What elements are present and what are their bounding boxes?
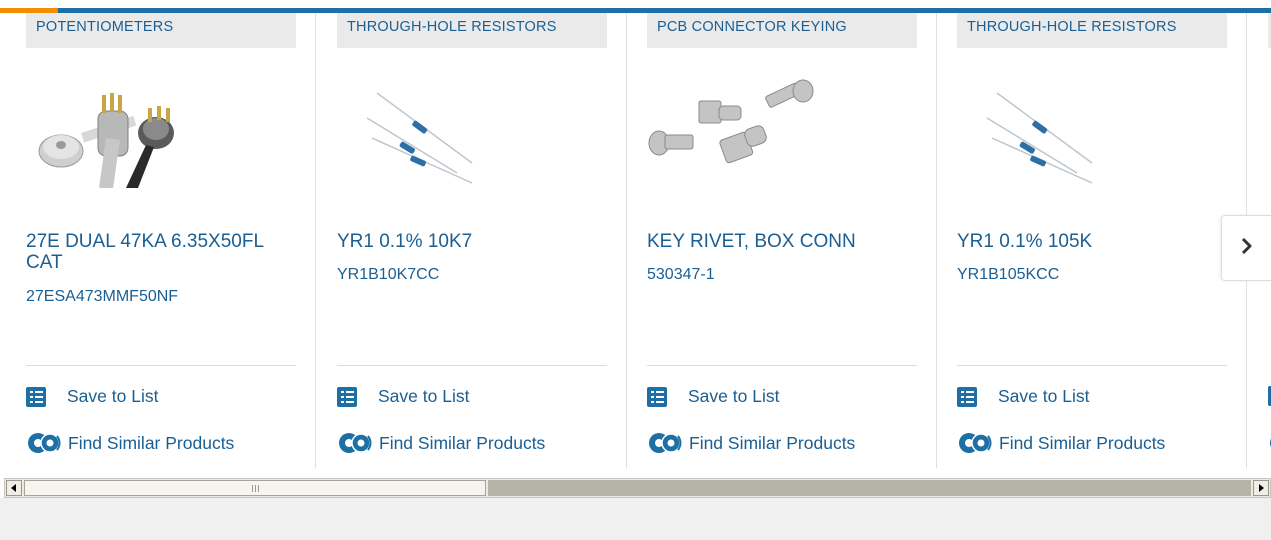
save-to-list-button[interactable]: Save to List bbox=[957, 386, 1089, 407]
checklist-icon bbox=[26, 386, 46, 407]
product-card: POTENTIOMETERS 27E DUAL 47KA 6.35X50FL C… bbox=[6, 13, 316, 468]
scroll-left-button[interactable] bbox=[6, 480, 22, 496]
find-similar-label: Find Similar Products bbox=[689, 432, 856, 453]
product-category[interactable]: POTENTIOMETERS bbox=[26, 13, 296, 48]
find-similar-products-button[interactable]: Find Similar Products bbox=[647, 431, 855, 455]
scroll-right-button[interactable] bbox=[1253, 480, 1269, 496]
product-category[interactable]: THROUGH-HOLE RESISTORS bbox=[337, 13, 607, 48]
save-to-list-label: Save to List bbox=[378, 386, 470, 406]
product-carousel: POTENTIOMETERS 27E DUAL 47KA 6.35X50FL C… bbox=[0, 0, 1271, 470]
divider bbox=[337, 365, 607, 366]
carousel-next-button[interactable] bbox=[1221, 215, 1271, 281]
find-similar-label: Find Similar Products bbox=[68, 432, 235, 453]
page-background bbox=[0, 498, 1271, 540]
gears-icon bbox=[337, 431, 375, 455]
gears-icon bbox=[647, 431, 685, 455]
find-similar-label: Find Similar Products bbox=[999, 432, 1166, 453]
divider bbox=[647, 365, 917, 366]
grip-icon bbox=[252, 485, 261, 492]
product-name-link[interactable]: 27E DUAL 47KA 6.35X50FL CAT bbox=[26, 231, 301, 273]
resistor-image[interactable] bbox=[337, 73, 537, 188]
product-card: PCB CONNECTOR KEYING KEY RIVET, BOX CONN… bbox=[627, 13, 937, 468]
checklist-icon bbox=[337, 386, 357, 407]
product-name-link[interactable]: KEY RIVET, BOX CONN bbox=[647, 231, 922, 252]
gears-icon bbox=[26, 431, 64, 455]
checklist-icon bbox=[957, 386, 977, 407]
product-name-link[interactable]: YR1 0.1% 105K bbox=[957, 231, 1232, 252]
product-sku-link[interactable]: YR1B10K7CC bbox=[337, 266, 607, 284]
save-to-list-button[interactable]: Save to List bbox=[647, 386, 779, 407]
save-to-list-label: Save to List bbox=[998, 386, 1090, 406]
product-category[interactable]: THROUGH-HOLE RESISTORS bbox=[957, 13, 1227, 48]
divider bbox=[957, 365, 1227, 366]
product-card: THROUGH-HOLE RESISTORS YR1 0.1% 105K YR1… bbox=[937, 13, 1247, 468]
chevron-right-icon bbox=[1240, 237, 1254, 260]
find-similar-products-button[interactable]: Find Similar Products bbox=[957, 431, 1165, 455]
save-to-list-label: Save to List bbox=[688, 386, 780, 406]
scrollbar-track[interactable] bbox=[488, 480, 1251, 496]
save-to-list-button[interactable]: Save to List bbox=[337, 386, 469, 407]
find-similar-products-button[interactable]: Find Similar Products bbox=[337, 431, 545, 455]
save-to-list-label: Save to List bbox=[67, 386, 159, 406]
find-similar-label: Find Similar Products bbox=[379, 432, 546, 453]
product-sku-link[interactable]: 27ESA473MMF50NF bbox=[26, 288, 296, 306]
product-name-link[interactable]: YR1 0.1% 10K7 bbox=[337, 231, 612, 252]
save-to-list-button[interactable]: Save to List bbox=[26, 386, 158, 407]
product-sku-link[interactable]: 530347-1 bbox=[647, 266, 917, 284]
product-sku-link[interactable]: YR1B105KCC bbox=[957, 266, 1227, 284]
key-rivet-image[interactable] bbox=[647, 73, 847, 188]
potentiometer-image[interactable] bbox=[26, 73, 226, 190]
checklist-icon bbox=[647, 386, 667, 407]
horizontal-scrollbar[interactable] bbox=[4, 478, 1271, 498]
product-card: THROUGH-HOLE RESISTORS YR1 0.1% 10K7 YR1… bbox=[317, 13, 627, 468]
resistor-image[interactable] bbox=[957, 73, 1157, 188]
product-category[interactable]: PCB CONNECTOR KEYING bbox=[647, 13, 917, 48]
divider bbox=[26, 365, 296, 366]
scrollbar-thumb[interactable] bbox=[24, 480, 486, 496]
gears-icon bbox=[957, 431, 995, 455]
find-similar-products-button[interactable]: Find Similar Products bbox=[26, 431, 234, 455]
